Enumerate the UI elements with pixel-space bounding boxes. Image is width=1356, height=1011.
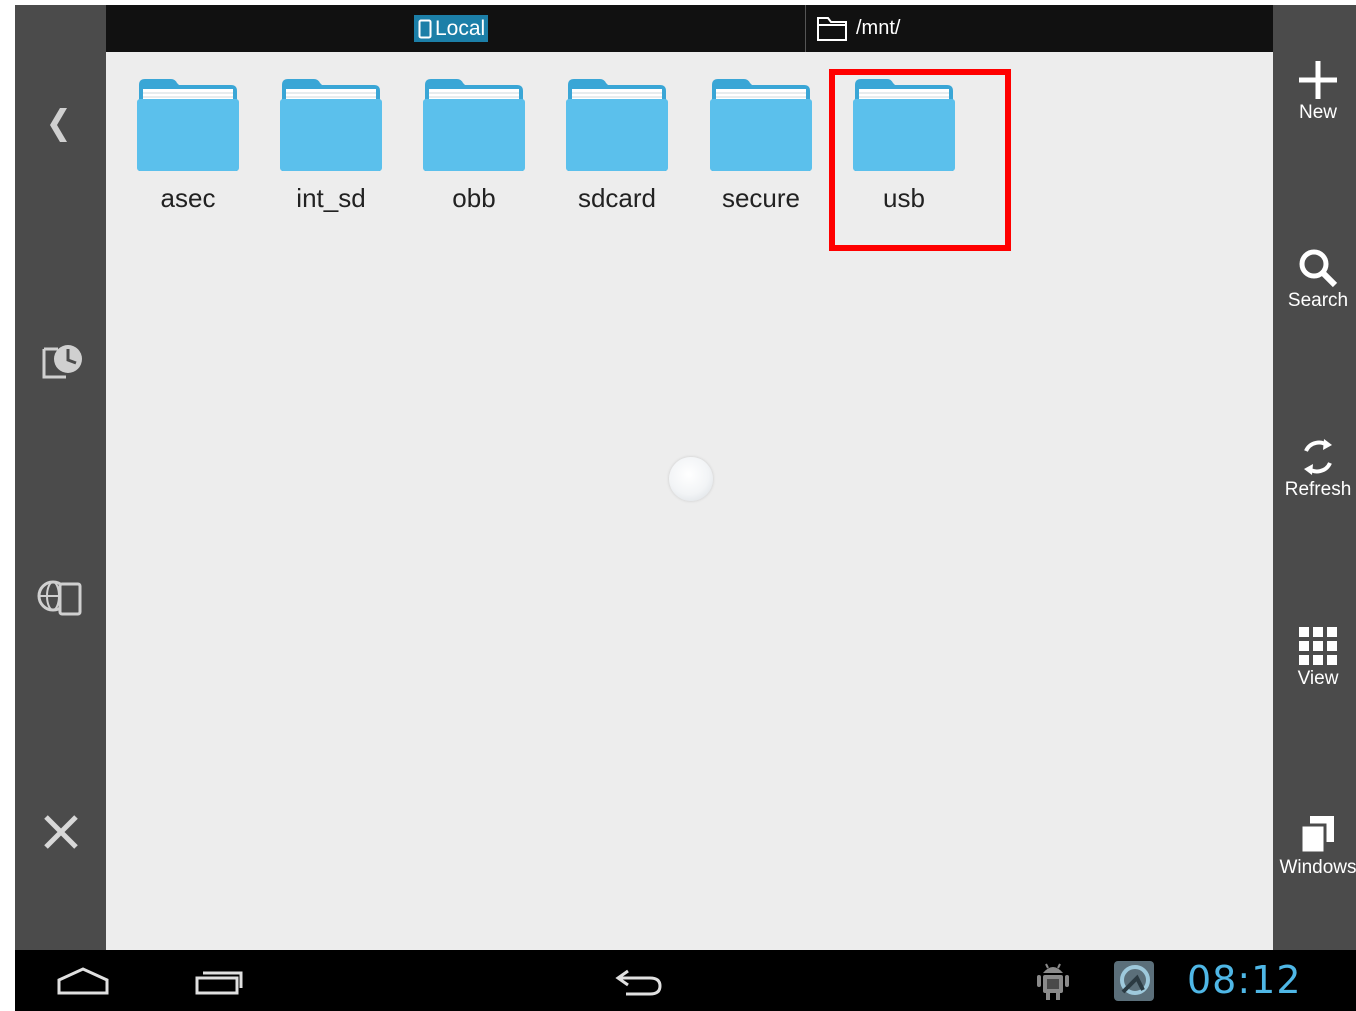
local-tab[interactable]: Local <box>414 15 489 42</box>
folder-item[interactable]: obb <box>419 75 529 214</box>
path-breadcrumb[interactable]: /mnt/ <box>816 14 900 42</box>
clock: 08:12 <box>1187 958 1302 1002</box>
network-icon <box>37 580 81 616</box>
system-navigation-bar: 08:12 <box>15 950 1356 1011</box>
folder-item[interactable]: secure <box>706 75 816 214</box>
app-notification[interactable] <box>1109 950 1159 1011</box>
network-button[interactable] <box>15 573 106 623</box>
back-button[interactable] <box>609 950 669 1011</box>
new-label: New <box>1298 102 1337 123</box>
folder-outline-icon <box>817 17 847 41</box>
screen: Local /mnt/ New Search Refresh View Wind… <box>15 5 1356 1011</box>
recent-history-icon <box>42 345 82 379</box>
folder-item[interactable]: asec <box>133 75 243 214</box>
folder-name: int_sd <box>296 183 366 213</box>
home-icon <box>57 966 109 994</box>
back-icon <box>615 969 662 995</box>
folder-name: secure <box>721 183 801 213</box>
search-icon <box>1299 249 1338 288</box>
folder-icon <box>137 79 239 171</box>
refresh-label: Refresh <box>1284 479 1352 500</box>
windows-label: Windows <box>1279 857 1356 878</box>
folder-item[interactable]: int_sd <box>276 75 386 214</box>
view-button[interactable]: View <box>1273 626 1356 690</box>
recent-history-button[interactable] <box>15 335 106 385</box>
new-button[interactable]: New <box>1273 60 1356 124</box>
refresh-button[interactable]: Refresh <box>1273 437 1356 501</box>
folder-name: sdcard <box>577 183 657 213</box>
folder-icon <box>280 79 382 171</box>
folder-name: asec <box>160 183 216 213</box>
folder-item[interactable]: sdcard <box>562 75 672 214</box>
search-button[interactable]: Search <box>1273 248 1356 312</box>
android-debug-icon <box>1037 963 1069 1000</box>
search-label: Search <box>1287 290 1349 311</box>
recent-apps-icon <box>195 971 243 994</box>
refresh-icon <box>1304 439 1332 475</box>
folder-icon <box>566 79 668 171</box>
windows-button[interactable]: Windows <box>1273 815 1356 879</box>
grid-view-icon <box>1299 627 1337 665</box>
view-label: View <box>1297 668 1339 689</box>
back-chevron-button[interactable] <box>15 100 106 150</box>
back-chevron-icon <box>49 108 67 142</box>
recent-apps-button[interactable] <box>189 950 249 1011</box>
phone-icon <box>418 19 432 38</box>
local-tab-label: Local <box>435 16 486 40</box>
loading-spinner <box>669 457 713 501</box>
windows-icon <box>1299 816 1334 855</box>
current-path: /mnt/ <box>856 16 901 39</box>
home-button[interactable] <box>53 950 113 1011</box>
location-header: Local /mnt/ <box>106 5 1273 52</box>
folder-name: obb <box>452 183 496 213</box>
folder-icon <box>710 79 812 171</box>
highlight-box <box>829 69 1011 251</box>
close-button[interactable] <box>15 807 106 857</box>
app-notification-icon <box>1114 960 1154 1001</box>
folder-icon <box>423 79 525 171</box>
plus-icon <box>1299 61 1337 99</box>
header-divider <box>805 5 806 52</box>
right-sidebar: New Search Refresh View Windows <box>1273 5 1356 950</box>
android-debug-status <box>1031 950 1075 1011</box>
close-icon <box>43 815 78 849</box>
left-sidebar <box>15 5 106 950</box>
